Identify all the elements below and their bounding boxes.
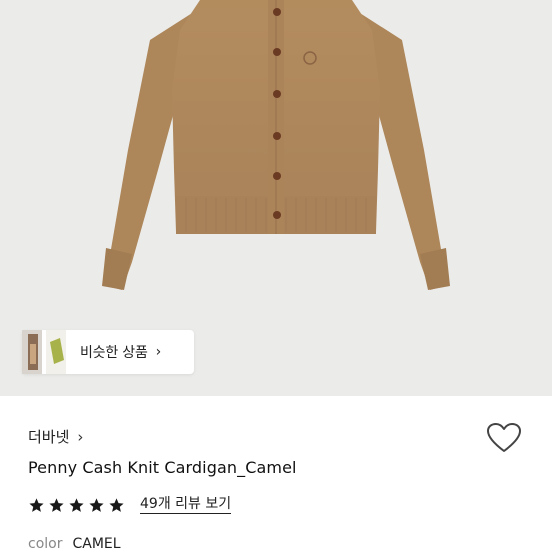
similar-label: 비슷한 상품	[80, 345, 148, 361]
rating-stars	[28, 497, 128, 514]
rating-row: 49개 리뷰 보기	[28, 496, 232, 514]
product-image[interactable]: 비슷한 상품 ›	[0, 0, 552, 396]
brand-link[interactable]: 더바넷 ›	[28, 426, 83, 447]
chevron-right-icon: ›	[155, 344, 162, 360]
star-icon	[69, 497, 84, 512]
star-icon	[109, 497, 124, 512]
heart-outline-icon	[487, 423, 521, 452]
product-info: 더바넷 › Penny Cash Knit Cardigan_Camel 49개…	[0, 396, 552, 552]
product-title: Penny Cash Knit Cardigan_Camel	[28, 458, 297, 477]
star-icon	[29, 497, 44, 512]
similar-products-button[interactable]: 비슷한 상품 ›	[22, 330, 194, 374]
similar-thumb-2	[46, 330, 66, 374]
star-icon	[89, 497, 104, 512]
star-icon	[49, 497, 64, 512]
color-row: color CAMEL	[28, 536, 121, 552]
similar-thumb-1	[22, 330, 42, 374]
color-label: color	[28, 536, 63, 552]
brand-name: 더바넷	[28, 428, 70, 446]
wishlist-button[interactable]	[486, 422, 522, 454]
reviews-link[interactable]: 49개 리뷰 보기	[140, 496, 232, 514]
color-value: CAMEL	[72, 536, 121, 552]
chevron-right-icon: ›	[77, 427, 84, 446]
